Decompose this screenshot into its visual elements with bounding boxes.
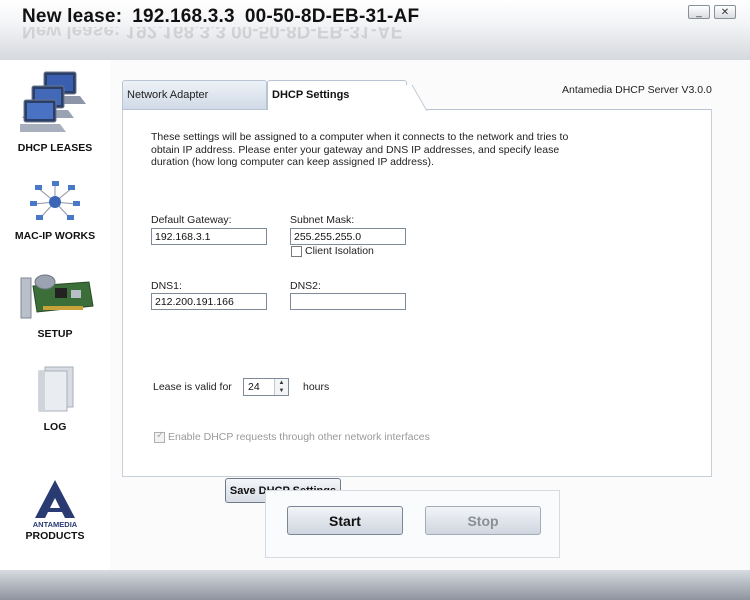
gateway-field[interactable] [151,228,267,245]
sidebar-item-products[interactable]: ANTAMEDIA PRODUCTS [0,478,110,542]
subnet-label: Subnet Mask: [290,214,355,226]
client-isolation-checkbox[interactable] [291,246,302,257]
dns1-field[interactable] [151,293,267,310]
antamedia-logo-text: ANTAMEDIA [33,520,78,529]
title-bar: New lease: 192.168.3.3 00-50-8D-EB-31-AF N… [0,0,750,60]
sidebar-item-label: LOG [43,421,67,433]
lease-suffix-label: hours [303,381,330,393]
lease-duration-value: 24 [248,381,260,393]
sidebar-item-label: PRODUCTS [25,530,85,542]
network-card-icon [20,274,94,319]
status-bar [0,570,750,600]
gateway-label: Default Gateway: [151,214,232,226]
tab-dhcp-settings[interactable]: DHCP Settings [267,80,407,110]
lease-prefix-label: Lease is valid for [153,381,232,393]
network-icon [30,181,80,220]
title-reflection: New lease: 192.168.3.3 00-50-8D-EB-31-AF [22,27,403,41]
sidebar-item-label: DHCP LEASES [17,142,93,154]
lease-duration-stepper[interactable]: 24 ▲ ▼ [243,378,289,396]
client-isolation-label: Client Isolation [305,245,374,257]
log-icon [38,366,74,412]
chevron-down-icon[interactable]: ▼ [275,387,288,395]
stop-button[interactable]: Stop [425,506,541,535]
sidebar-item-label: SETUP [37,328,73,340]
enable-other-interfaces-label: Enable DHCP requests through other netwo… [168,431,430,443]
chevron-up-icon[interactable]: ▲ [275,379,288,387]
minimize-icon: _ [696,6,702,18]
dhcp-settings-panel: These settings will be assigned to a com… [122,109,712,503]
antamedia-logo: ANTAMEDIA [33,480,78,529]
start-stop-panel: Start Stop [265,490,560,558]
window-title: New lease: 192.168.3.3 00-50-8D-EB-31-AF [22,6,419,28]
dhcp-description: These settings will be assigned to a com… [151,131,569,168]
tab-network-adapter[interactable]: Network Adapter [122,80,267,110]
minimize-button[interactable]: _ [688,5,710,19]
start-button[interactable]: Start [287,506,403,535]
sidebar-item-mac-ip-works[interactable]: MAC-IP WORKS [0,180,110,242]
computers-icon [20,71,86,132]
close-button[interactable]: ✕ [714,5,736,19]
sidebar: DHCP LEASES MAC-IP WORKS SETUP LOG ANTAM… [0,60,110,570]
sidebar-item-setup[interactable]: SETUP [0,272,110,340]
sidebar-item-dhcp-leases[interactable]: DHCP LEASES [0,70,110,154]
dns2-field[interactable] [290,293,406,310]
title-label: New lease: [22,6,123,27]
subnet-field[interactable] [290,228,406,245]
dns2-label: DNS2: [290,280,321,292]
sidebar-item-log[interactable]: LOG [0,365,110,433]
stepper-arrows[interactable]: ▲ ▼ [274,379,288,395]
sidebar-item-label: MAC-IP WORKS [14,230,96,242]
version-label: Antamedia DHCP Server V3.0.0 [562,84,712,96]
dns1-label: DNS1: [151,280,182,292]
title-ip: 192.168.3.3 [132,6,235,27]
main-area: Network Adapter DHCP Settings Antamedia … [110,60,750,570]
title-mac: 00-50-8D-EB-31-AF [244,6,420,27]
enable-other-interfaces-checkbox[interactable] [154,430,165,443]
close-icon: ✕ [720,6,730,18]
